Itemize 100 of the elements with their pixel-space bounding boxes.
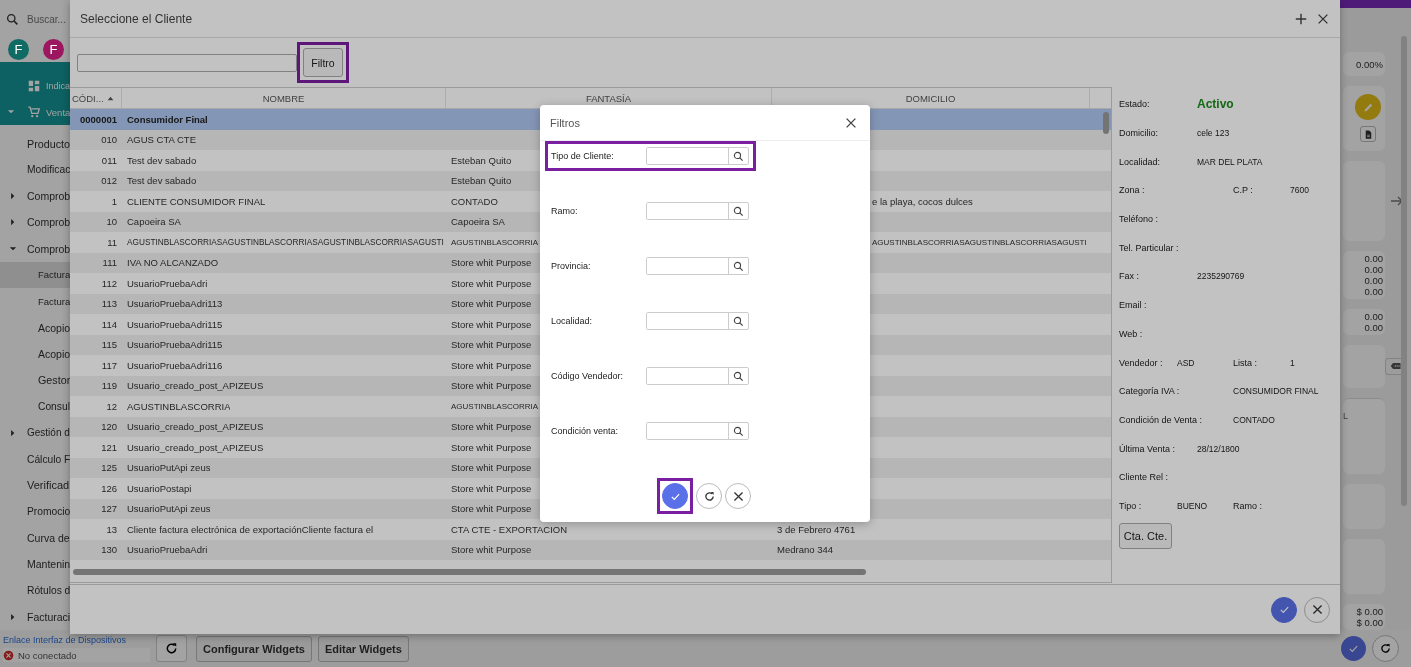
field-value: MAR DEL PLATA <box>1197 156 1264 167</box>
sidebar-item[interactable]: Facturaci <box>0 603 70 630</box>
table-cell: CTA CTE - EXPORTACION <box>451 523 568 535</box>
lookup-field[interactable] <box>646 312 749 330</box>
field-value: ASD <box>1177 357 1196 368</box>
table-cell: Test dev sabado <box>127 154 197 166</box>
table-cell: Esteban Quito <box>451 154 512 166</box>
table-cell: 1 <box>111 195 117 207</box>
table-cell: 114 <box>101 318 117 330</box>
refresh-icon <box>702 489 716 503</box>
sidebar-item[interactable]: Producto <box>0 130 70 157</box>
sidebar-item[interactable]: Acopio <box>0 314 70 341</box>
table-cell: Usuario_creado_post_APIZEUS <box>127 441 264 453</box>
dialog-title: Seleccione el Cliente <box>80 11 194 26</box>
avatar[interactable]: F <box>8 39 29 61</box>
close-icon <box>731 489 745 503</box>
table-cell: Store whit Purpose <box>451 544 532 556</box>
table-cell: 3 de Febrero 4761 <box>777 523 856 535</box>
table-cell: UsuarioPutApi zeus <box>127 462 211 474</box>
cancel-button[interactable] <box>1304 596 1330 623</box>
column-header[interactable]: NOMBRE <box>122 88 446 108</box>
table-cell: Store whit Purpose <box>451 421 532 433</box>
table-cell: UsuarioPruebaAdri113 <box>127 298 223 310</box>
search-icon <box>6 12 19 26</box>
sidebar-item[interactable]: Comprob <box>0 235 70 262</box>
widget-button[interactable]: Configurar Widgets <box>196 635 312 662</box>
table-cell: CLIENTE CONSUMIDOR FINAL <box>127 195 266 207</box>
search-field[interactable] <box>77 53 297 72</box>
table-cell: 13 <box>106 523 117 535</box>
widget-button[interactable]: Editar Widgets <box>317 635 409 662</box>
sidebar-item[interactable]: Rótulos d <box>0 577 70 604</box>
sidebar-item[interactable]: Verificad <box>0 472 70 499</box>
filter-button[interactable]: Filtro <box>303 48 343 77</box>
field-label: Cliente Rel : <box>1119 472 1170 483</box>
lookup-field[interactable] <box>646 257 749 275</box>
lookup-field[interactable] <box>646 202 749 220</box>
sidebar-item[interactable]: Mantenin <box>0 551 70 578</box>
avatar[interactable]: F <box>43 39 64 61</box>
scrollbar[interactable] <box>1401 36 1407 506</box>
cancel-button[interactable] <box>725 483 751 509</box>
table-cell: 120 <box>101 421 117 433</box>
balance-value: 0.00 <box>1364 322 1383 333</box>
field-label: Fax : <box>1119 271 1140 282</box>
lookup-field[interactable] <box>646 422 749 440</box>
field-label: Estado: <box>1119 99 1151 110</box>
search-icon <box>733 370 744 382</box>
table-cell: 111 <box>102 257 117 269</box>
search-field[interactable]: Buscar... <box>27 13 69 25</box>
lookup-field[interactable] <box>646 147 749 165</box>
table-row[interactable]: 130 UsuarioPruebaAdri Store whit Purpose Medrano 344 <box>70 539 1111 560</box>
table-cell: Usuario_creado_post_APIZEUS <box>127 380 264 392</box>
table-cell: Store whit Purpose <box>451 298 532 310</box>
lookup-field[interactable] <box>646 367 749 385</box>
confirm-button[interactable] <box>1271 596 1297 623</box>
sidebar-item[interactable]: Gestor <box>0 367 70 394</box>
scroll-thumb[interactable] <box>73 569 866 575</box>
sidebar-item[interactable]: Comprob <box>0 209 70 236</box>
confirm-button[interactable] <box>1341 636 1366 661</box>
column-header[interactable]: CÓDI... <box>70 88 122 108</box>
table-cell: 115 <box>101 339 117 351</box>
table-cell: Capoeira SA <box>127 216 181 228</box>
sidebar-item[interactable]: Promocio <box>0 498 70 525</box>
field-label: Ramo : <box>1233 500 1263 511</box>
table-cell: AGUS CTA CTE <box>127 134 196 146</box>
field-label: Vendedor : <box>1119 357 1164 368</box>
table-cell: 12 <box>106 400 117 412</box>
search-icon <box>733 205 744 217</box>
table-cell: 010 <box>101 134 117 146</box>
field-label: Lista : <box>1233 357 1258 368</box>
device-link[interactable]: Enlace Interfaz de Dispositivos <box>3 635 150 645</box>
table-cell: 126 <box>101 482 117 494</box>
sidebar-item[interactable]: Factura <box>0 261 70 289</box>
sidebar-item[interactable]: Factura <box>0 288 70 315</box>
account-button[interactable]: Cta. Cte. <box>1119 523 1172 550</box>
top-bar <box>1340 0 1411 8</box>
field-label: Ramo: <box>551 206 579 216</box>
sidebar-item[interactable]: Gestión d <box>0 419 70 446</box>
balance-value: 0.00 <box>1364 275 1383 286</box>
field-value: 7600 <box>1290 185 1310 196</box>
sidebar-item[interactable]: Curva de <box>0 524 70 552</box>
sidebar-item[interactable]: Acopio <box>0 340 70 368</box>
sidebar-item[interactable]: Comprob <box>0 182 70 210</box>
document-button[interactable] <box>1360 126 1376 143</box>
sidebar-item[interactable]: Modificac <box>0 156 70 183</box>
field-value: BUENO <box>1177 500 1209 511</box>
field-value: 2235290769 <box>1197 271 1246 282</box>
refresh-button[interactable] <box>156 635 187 662</box>
scroll-thumb[interactable] <box>1103 112 1109 134</box>
table-cell: UsuarioPruebaAdri115 <box>127 318 223 330</box>
plus-icon[interactable] <box>1294 11 1308 26</box>
field-label: Última Venta : <box>1119 443 1177 454</box>
search-icon <box>733 150 744 162</box>
sidebar-item[interactable]: Cálculo F <box>0 445 70 473</box>
table-cell: Store whit Purpose <box>451 482 532 494</box>
table-cell: e la playa, cocos dulces <box>872 195 973 207</box>
sidebar-item[interactable]: Consul <box>0 393 70 420</box>
reset-button[interactable] <box>696 483 722 509</box>
refresh-button[interactable] <box>1372 635 1399 662</box>
refresh-icon <box>164 641 179 656</box>
table-cell: Store whit Purpose <box>451 380 532 392</box>
